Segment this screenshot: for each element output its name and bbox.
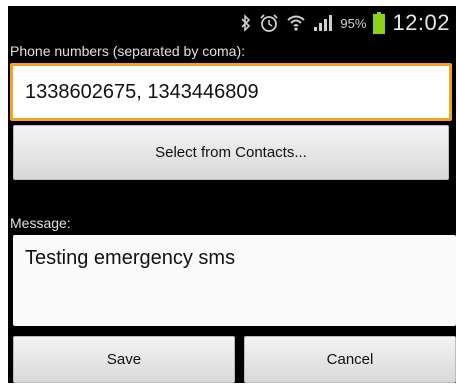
status-clock: 12:02 [392,10,450,35]
message-input[interactable]: Testing emergency sms [13,235,456,326]
message-label: Message: [10,215,71,231]
select-from-contacts-button[interactable]: Select from Contacts... [13,125,449,180]
signal-icon [313,14,333,32]
bluetooth-icon [240,14,252,32]
alarm-icon [259,13,279,33]
frame-left [0,0,8,389]
phone-numbers-input[interactable]: 1338602675, 1343446809 [10,63,452,121]
battery-icon [373,12,386,34]
battery-percent: 95% [340,15,367,31]
cancel-button[interactable]: Cancel [244,336,456,383]
frame-bottom [0,383,458,389]
status-bar: 95% 12:02 [8,6,456,40]
app-screen: 95% 12:02 Phone numbers (separated by co… [8,6,456,383]
phone-numbers-label: Phone numbers (separated by coma): [10,43,246,59]
phone-numbers-value: 1338602675, 1343446809 [25,80,259,103]
save-button[interactable]: Save [13,336,235,383]
message-value: Testing emergency sms [25,247,236,269]
wifi-icon [286,13,306,33]
